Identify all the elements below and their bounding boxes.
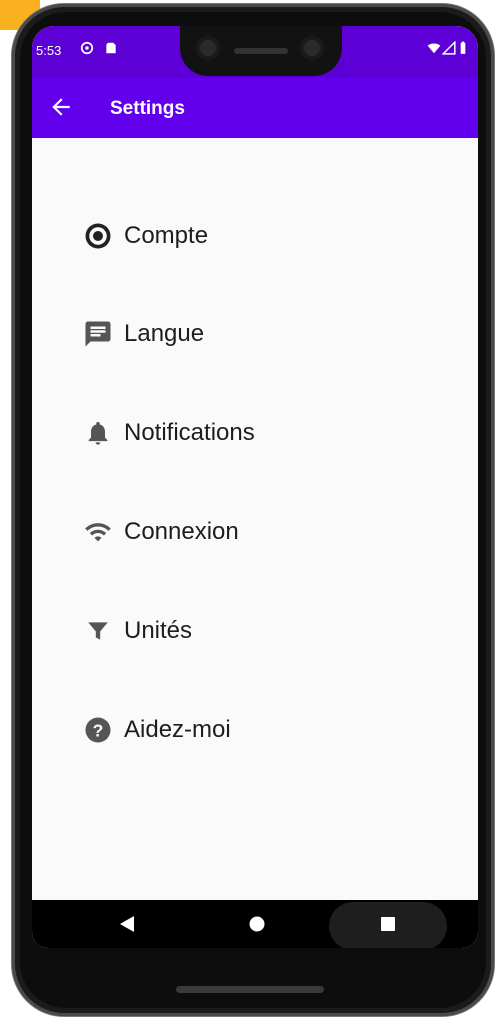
setting-label: Unités <box>124 617 193 644</box>
app-bar: Settings <box>32 78 478 138</box>
nav-home-button[interactable] <box>232 900 282 948</box>
bell-icon <box>82 417 114 449</box>
battery-icon <box>460 41 466 54</box>
back-triangle-icon <box>120 916 134 932</box>
earpiece-speaker <box>234 48 288 54</box>
setting-label: Aidez-moi <box>124 716 231 743</box>
svg-text:?: ? <box>93 720 104 740</box>
setting-label: Notifications <box>124 419 255 446</box>
status-time: 5:53 <box>36 43 62 58</box>
setting-label: Langue <box>124 320 205 347</box>
setting-item-connexion[interactable]: Connexion <box>82 510 412 554</box>
chat-bubble-icon <box>82 318 114 350</box>
signal-icon <box>442 41 456 55</box>
setting-item-unites[interactable]: Unités <box>82 609 412 653</box>
phone-screen: 5:53 Settings Compte Langue Notification… <box>32 26 478 948</box>
arrow-back-icon[interactable] <box>48 94 74 120</box>
bottom-speaker <box>176 986 324 993</box>
filter-icon <box>82 615 114 647</box>
sd-card-icon <box>106 42 116 54</box>
help-icon: ? <box>82 714 114 746</box>
setting-item-compte[interactable]: Compte <box>82 214 412 258</box>
recents-square-icon <box>381 917 395 931</box>
account-circle-icon <box>82 220 114 252</box>
setting-item-aidez-moi[interactable]: ? Aidez-moi <box>82 708 412 752</box>
setting-label: Connexion <box>124 518 239 545</box>
page-title: Settings <box>110 98 185 119</box>
camera-notch <box>180 26 342 76</box>
front-camera-right <box>300 36 324 60</box>
home-circle-icon <box>249 916 265 932</box>
wifi-icon <box>427 43 441 54</box>
nav-back-button[interactable] <box>102 900 152 948</box>
nav-recents-button[interactable] <box>362 900 414 948</box>
front-camera-left <box>196 36 220 60</box>
navigation-bar <box>32 900 478 948</box>
setting-label: Compte <box>124 222 209 249</box>
at-sign-icon <box>80 41 94 55</box>
wifi-icon <box>82 516 114 548</box>
setting-item-notifications[interactable]: Notifications <box>82 411 412 455</box>
setting-item-langue[interactable]: Langue <box>82 312 412 356</box>
